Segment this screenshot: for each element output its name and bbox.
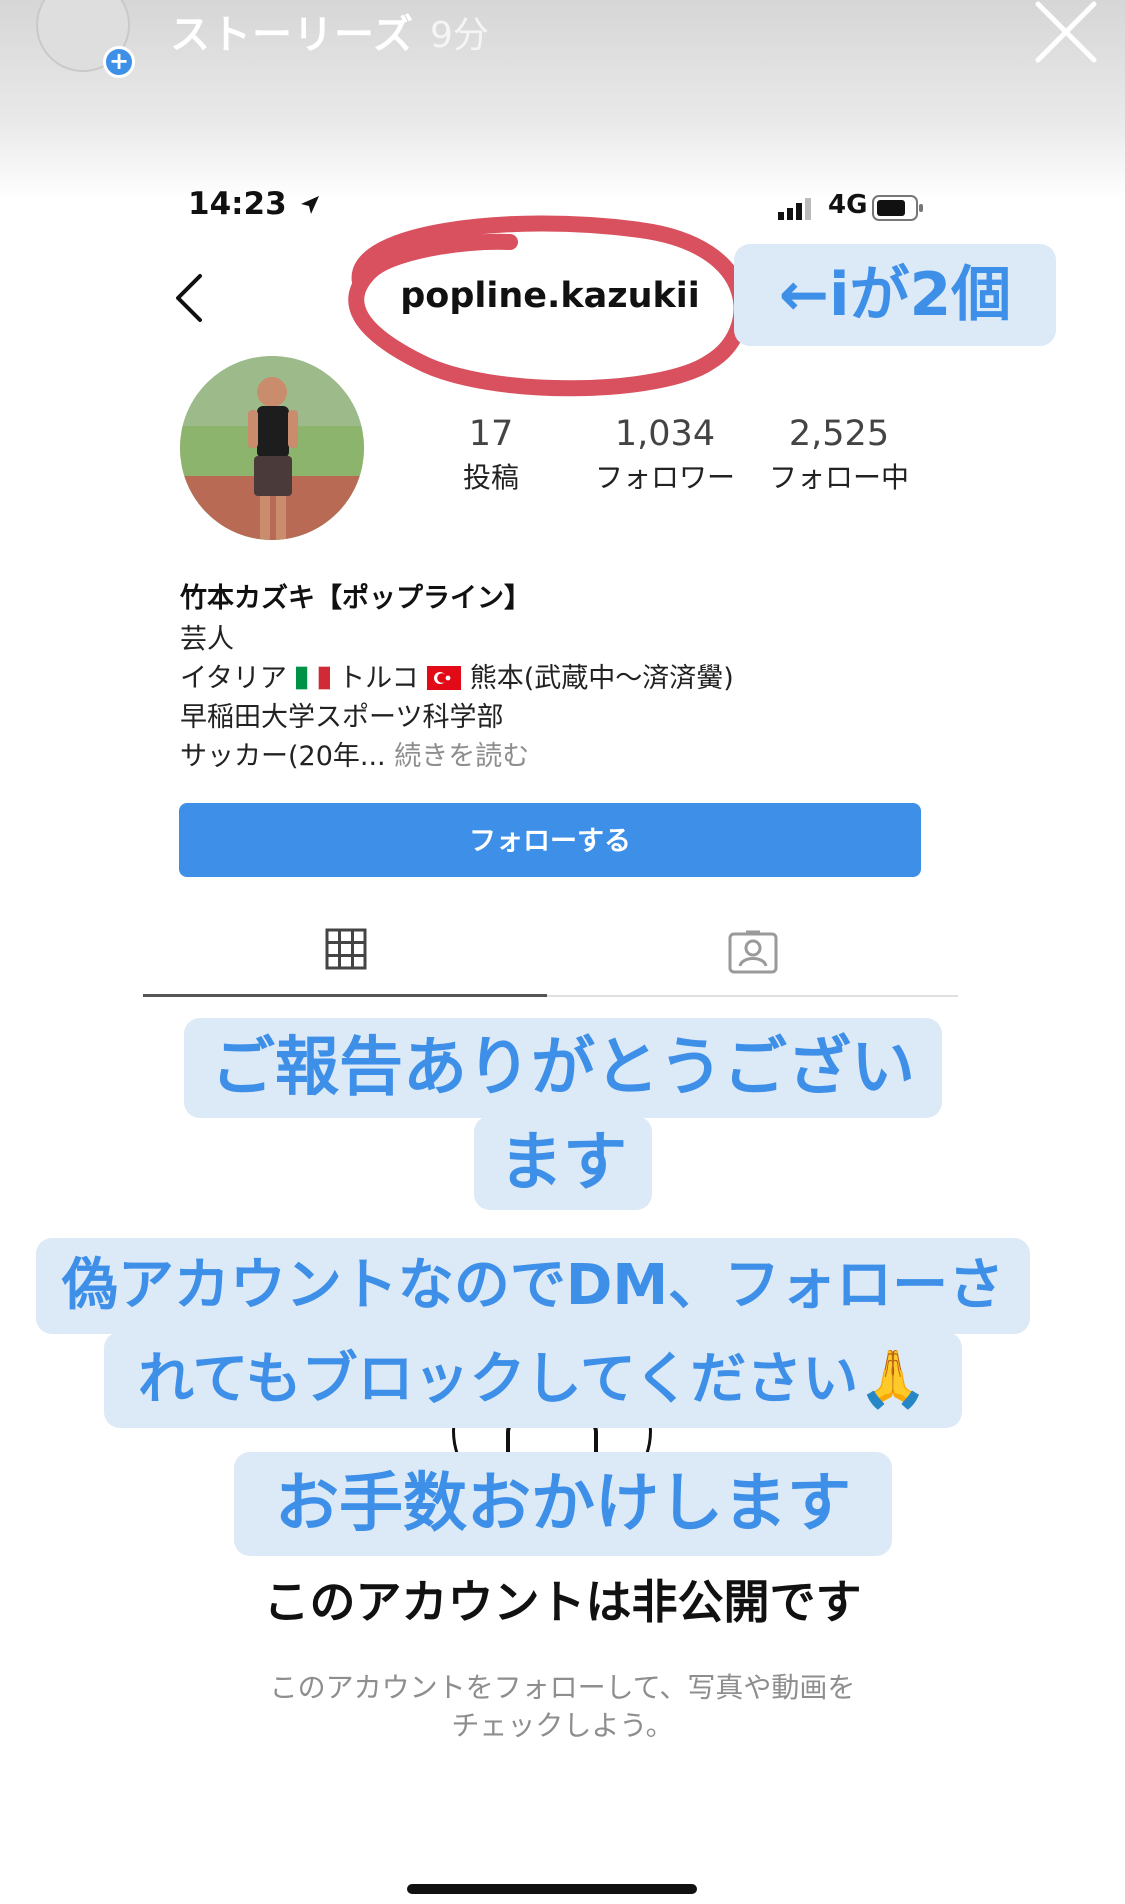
close-icon[interactable] xyxy=(1030,0,1102,68)
location-arrow-icon xyxy=(301,196,320,214)
story-timestamp: 9分 xyxy=(430,15,489,56)
read-more-link[interactable]: 続きを読む xyxy=(386,741,529,772)
back-chevron-icon[interactable] xyxy=(170,270,210,326)
tagged-icon[interactable] xyxy=(728,928,778,974)
followers-label: フォロワー xyxy=(594,461,735,494)
bio-line-3: 早稲田大学スポーツ科学部 xyxy=(180,702,504,733)
profile-username: popline.kazukii xyxy=(400,276,700,316)
italy-flag-icon xyxy=(295,666,330,690)
posts-count[interactable]: 17 xyxy=(436,414,546,454)
fake-account-sticker-line-1: 偽アカウントなのでDM、フォローさ xyxy=(36,1238,1030,1334)
network-type: 4G xyxy=(828,190,868,220)
private-account-description-2: チェックしよう。 xyxy=(451,1709,674,1742)
thanks-sticker-line-1: ご報告ありがとうござい xyxy=(184,1018,942,1118)
bio-line-2-a: イタリア xyxy=(180,663,287,694)
story-header xyxy=(0,0,1125,200)
turkey-flag-icon xyxy=(427,666,462,690)
avatar xyxy=(180,356,364,540)
fake-account-sticker-line-2: れてもブロックしてください🙏 xyxy=(104,1332,962,1428)
add-icon[interactable]: + xyxy=(103,46,135,78)
followers-count[interactable]: 1,034 xyxy=(590,414,740,454)
bio-line-2: イタリア トルコ 熊本(武蔵中〜済済黌) xyxy=(180,656,734,695)
follow-button[interactable]: フォローする xyxy=(179,803,921,877)
following-label: フォロー中 xyxy=(768,461,909,494)
posts-label: 投稿 xyxy=(462,461,519,494)
bio-line-2-b: トルコ xyxy=(338,663,419,694)
bio-line-1: 芸人 xyxy=(180,624,234,655)
private-account-title: このアカウントは非公開です xyxy=(263,1575,862,1629)
grid-icon[interactable] xyxy=(325,928,367,970)
bio-line-4: サッカー(20年... 続きを読む xyxy=(180,734,529,773)
private-account-description-1: このアカウントをフォローして、写真や動画を xyxy=(269,1671,856,1704)
bio-line-2-c: 熊本(武蔵中〜済済黌) xyxy=(469,663,734,694)
signal-icon xyxy=(778,198,811,220)
profile-display-name: 竹本カズキ【ポップライン】 xyxy=(180,583,531,614)
battery-icon xyxy=(872,195,923,221)
arrow-note-sticker: ←iが2個 xyxy=(734,244,1056,346)
status-time: 14:23 xyxy=(188,186,321,222)
story-title: ストーリーズ xyxy=(170,12,414,58)
following-count[interactable]: 2,525 xyxy=(764,414,914,454)
thanks-sticker-line-2: ます xyxy=(474,1116,652,1210)
home-indicator[interactable] xyxy=(407,1884,697,1894)
status-time-text: 14:23 xyxy=(188,186,287,222)
apology-sticker: お手数おかけします xyxy=(234,1452,892,1556)
bio-line-4-text: サッカー(20年... xyxy=(180,741,386,772)
active-tab-indicator xyxy=(143,994,547,997)
